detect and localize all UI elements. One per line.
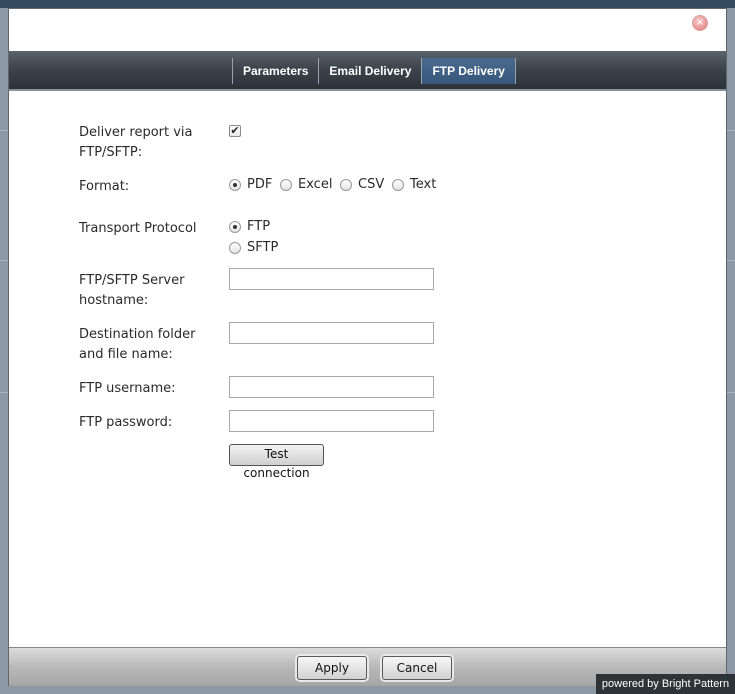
tab-parameters[interactable]: Parameters: [232, 58, 318, 84]
format-label: Format:: [79, 179, 130, 194]
format-option-text: Text: [410, 177, 437, 192]
tab-ftp-delivery[interactable]: FTP Delivery: [421, 58, 516, 84]
format-option-pdf: PDF: [247, 177, 273, 192]
password-input[interactable]: [229, 410, 434, 432]
format-radio-excel[interactable]: [280, 179, 292, 191]
deliver-label-line1: Deliver report via: [79, 125, 193, 140]
format-radio-pdf[interactable]: [229, 179, 241, 191]
destination-label-line1: Destination folder: [79, 327, 196, 342]
deliver-checkbox[interactable]: ✔: [229, 125, 241, 137]
destination-label-line2: and file name:: [79, 347, 173, 362]
cancel-button[interactable]: Cancel: [382, 656, 452, 680]
transport-option-ftp: FTP: [247, 219, 271, 234]
format-radio-csv[interactable]: [340, 179, 352, 191]
tab-bar: Parameters Email Delivery FTP Delivery: [9, 51, 726, 91]
transport-radio-sftp[interactable]: [229, 242, 241, 254]
hostname-input[interactable]: [229, 268, 434, 290]
format-option-excel: Excel: [298, 177, 333, 192]
close-icon[interactable]: ×: [692, 15, 708, 31]
powered-by-label: powered by Bright Pattern: [596, 674, 735, 694]
format-option-csv: CSV: [358, 177, 385, 192]
tab-email-delivery[interactable]: Email Delivery: [318, 58, 421, 84]
password-label: FTP password:: [79, 415, 173, 430]
username-label: FTP username:: [79, 381, 176, 396]
hostname-label-line2: hostname:: [79, 293, 149, 308]
test-connection-button[interactable]: Test connection: [229, 444, 324, 480]
destination-input[interactable]: [229, 322, 434, 344]
transport-radio-ftp[interactable]: [229, 221, 241, 233]
format-radio-text[interactable]: [392, 179, 404, 191]
username-input[interactable]: [229, 376, 434, 398]
apply-button[interactable]: Apply: [297, 656, 367, 680]
report-delivery-dialog: × Parameters Email Delivery FTP Delivery…: [8, 8, 727, 686]
transport-label: Transport Protocol: [79, 221, 197, 236]
deliver-label-line2: FTP/SFTP:: [79, 145, 143, 160]
background-top-bar: [0, 0, 735, 8]
transport-option-sftp: SFTP: [247, 240, 279, 255]
hostname-label-line1: FTP/SFTP Server: [79, 273, 185, 288]
